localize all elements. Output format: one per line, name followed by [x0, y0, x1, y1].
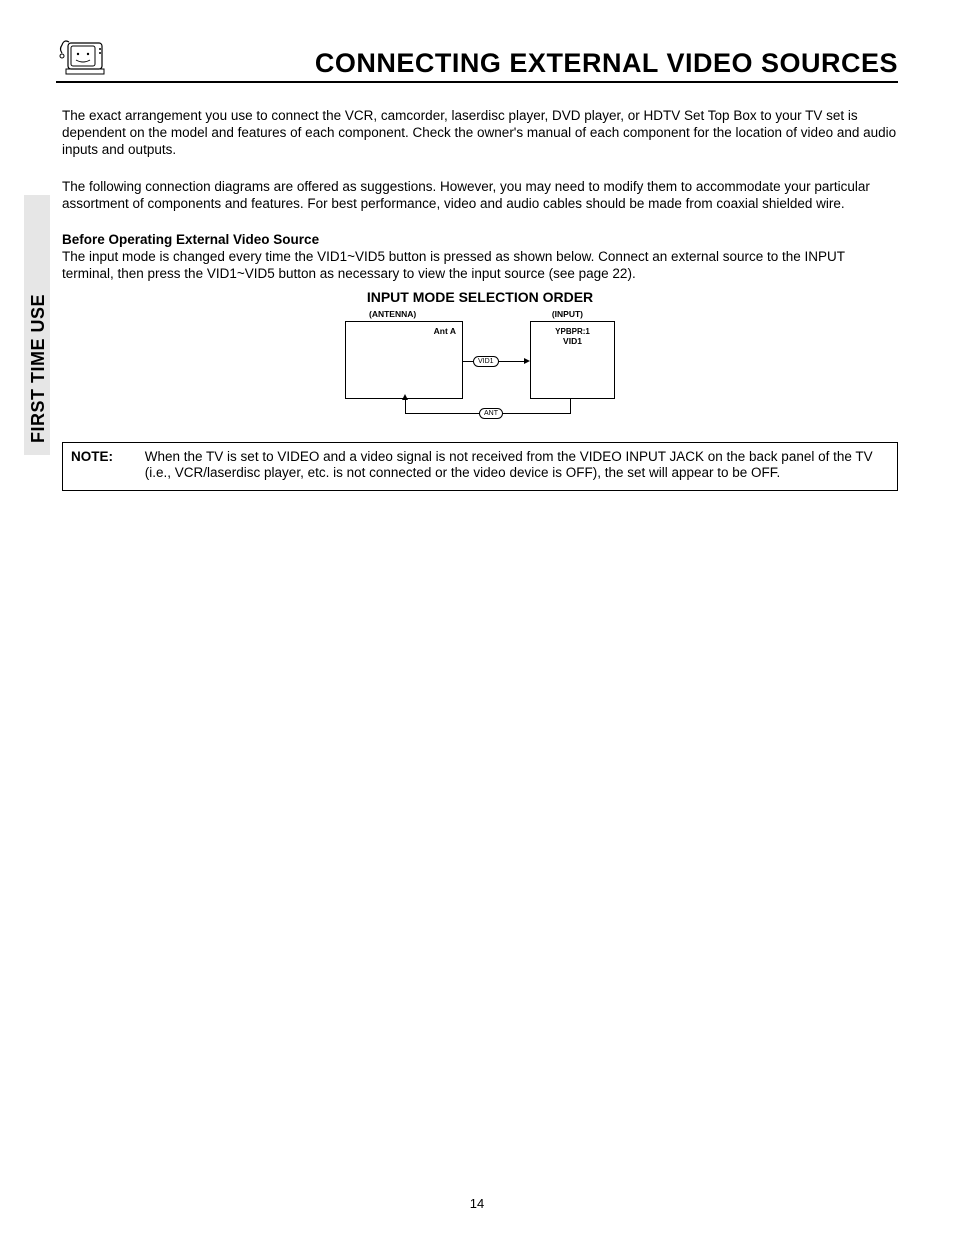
paragraph-1: The exact arrangement you use to connect… [62, 108, 898, 159]
note-text: When the TV is set to VIDEO and a video … [145, 449, 887, 483]
page-number: 14 [0, 1196, 954, 1211]
section-tab-label: FIRST TIME USE [28, 294, 49, 443]
diagram-left-box-text: Ant A [434, 326, 456, 336]
diagram-antenna-label: (ANTENNA) [369, 309, 416, 320]
content-area: The exact arrangement you use to connect… [62, 108, 898, 491]
tv-cartoon-icon [56, 33, 106, 77]
diagram-right-box-line2: VID1 [563, 336, 582, 346]
note-label: NOTE: [71, 449, 141, 466]
diagram-right-box-line1: YPBPR:1 [555, 327, 590, 336]
diagram-left-box: Ant A [345, 321, 463, 399]
diagram-right-box: YPBPR:1 VID1 [530, 321, 615, 399]
paragraph-3: The input mode is changed every time the… [62, 249, 845, 281]
diagram-pill-ant: ANT [479, 408, 503, 419]
page-title: CONNECTING EXTERNAL VIDEO SOURCES [315, 48, 898, 79]
diagram-title: INPUT MODE SELECTION ORDER [62, 289, 898, 307]
note-box: NOTE: When the TV is set to VIDEO and a … [62, 442, 898, 492]
subheading: Before Operating External Video Source [62, 232, 898, 249]
section-tab: FIRST TIME USE [24, 195, 50, 455]
input-mode-diagram: (ANTENNA) (INPUT) Ant A YPBPR:1 VID1 VID… [345, 309, 615, 424]
header: CONNECTING EXTERNAL VIDEO SOURCES [56, 28, 898, 83]
paragraph-2: The following connection diagrams are of… [62, 179, 898, 213]
diagram-pill-vid1: VID1 [473, 356, 499, 367]
diagram-input-label: (INPUT) [552, 309, 583, 320]
